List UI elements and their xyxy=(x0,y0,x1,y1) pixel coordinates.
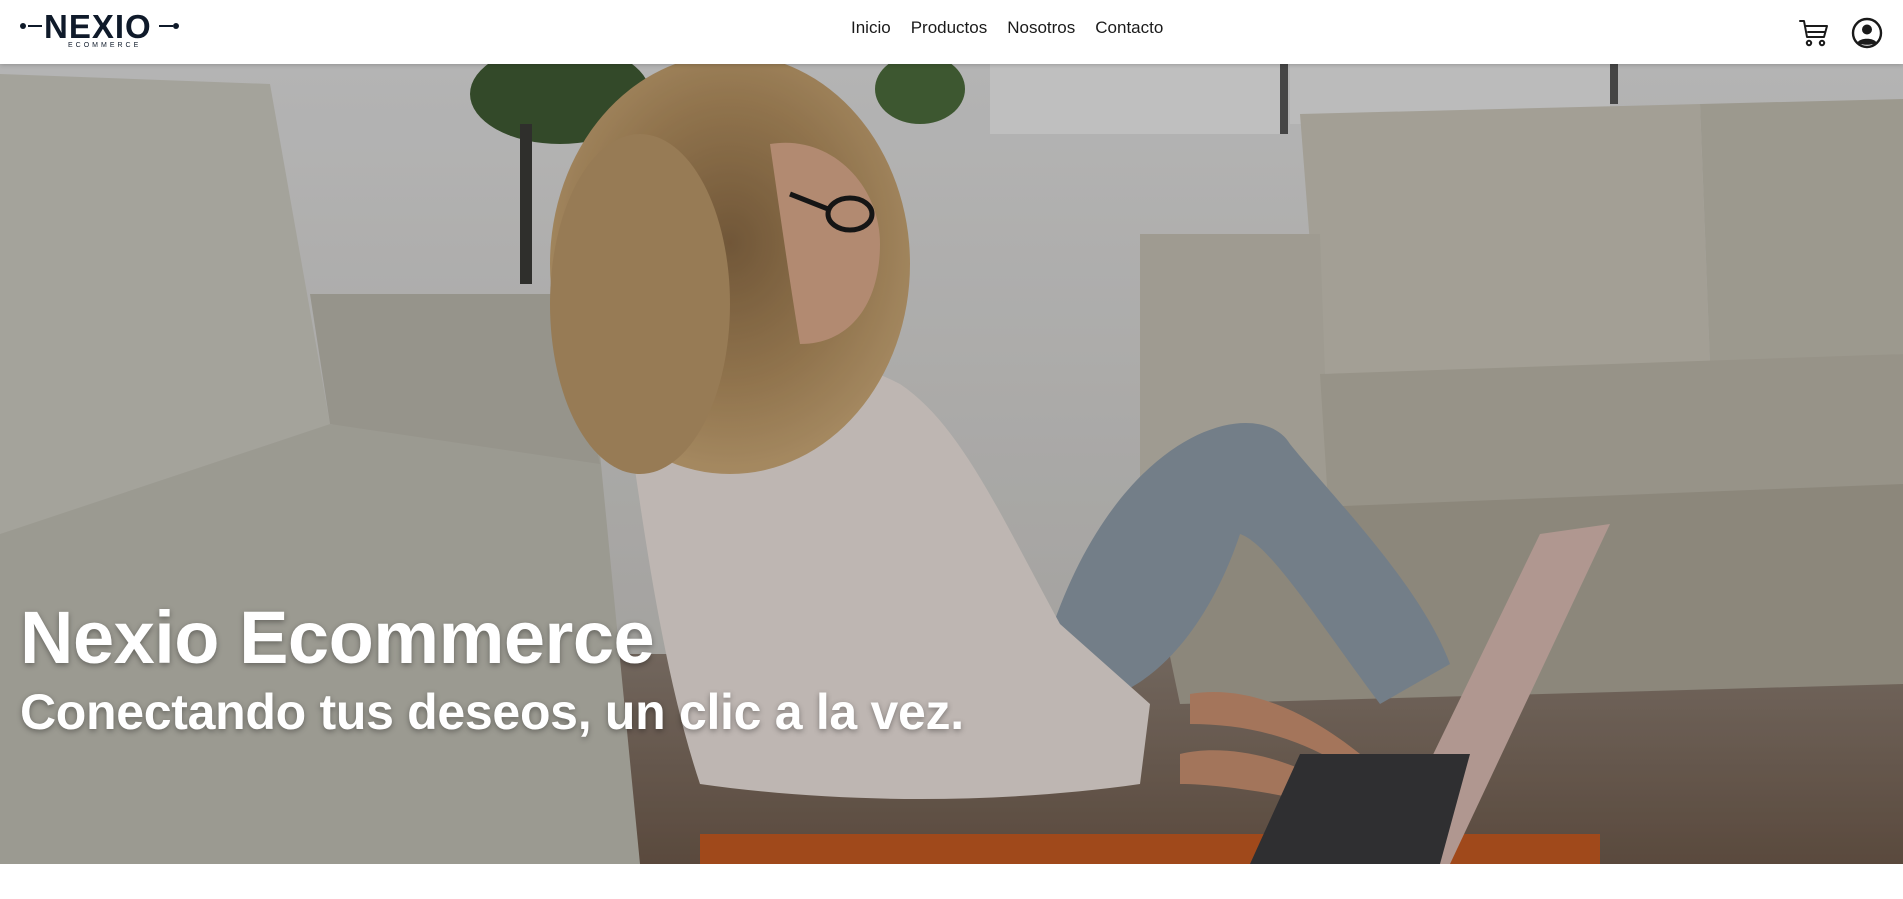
logo-tagline: ECOMMERCE xyxy=(68,42,142,49)
nav-link-nosotros[interactable]: Nosotros xyxy=(1007,17,1075,39)
nav-link-contacto[interactable]: Contacto xyxy=(1095,17,1163,39)
logo-dot-left xyxy=(20,23,26,29)
logo-dash-right xyxy=(159,25,173,27)
nav-link-inicio[interactable]: Inicio xyxy=(851,17,891,39)
account-button[interactable] xyxy=(1851,17,1883,49)
top-navbar: NEXIO ECOMMERCE Inicio Productos Nosotro… xyxy=(0,0,1903,64)
user-circle-icon xyxy=(1851,17,1883,49)
hero-dark-overlay xyxy=(0,64,1903,864)
brand-logo[interactable]: NEXIO ECOMMERCE xyxy=(20,8,180,52)
cart-button[interactable] xyxy=(1798,17,1830,49)
logo-dot-right xyxy=(173,23,179,29)
nav-link-productos[interactable]: Productos xyxy=(911,17,988,39)
hero-title: Nexio Ecommerce xyxy=(20,596,655,679)
cart-icon xyxy=(1799,20,1828,47)
hero-banner: Nexio Ecommerce Conectando tus deseos, u… xyxy=(0,64,1903,864)
logo-dash-left xyxy=(28,25,42,27)
main-nav: Inicio Productos Nosotros Contacto xyxy=(851,17,1163,39)
hero-subtitle: Conectando tus deseos, un clic a la vez. xyxy=(20,684,964,740)
